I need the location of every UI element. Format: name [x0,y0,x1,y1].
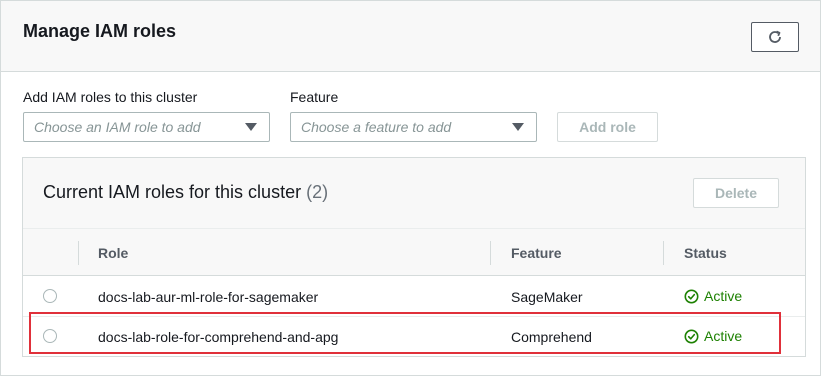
table-count: (2) [306,182,329,202]
caret-down-icon [512,123,524,131]
feature-name: Comprehend [511,329,592,345]
table-column-headers: Role Feature Status [23,228,805,276]
status-text: Active [704,328,743,344]
status-text: Active [704,288,743,304]
table-row[interactable]: docs-lab-role-for-comprehend-and-apg Com… [23,317,805,357]
role-name: docs-lab-aur-ml-role-for-sagemaker [98,289,319,305]
check-circle-icon [684,289,699,303]
add-role-button[interactable]: Add role [557,112,658,142]
column-header-status[interactable]: Status [684,245,727,261]
column-header-role[interactable]: Role [98,245,128,261]
feature-label: Feature [290,89,339,105]
status-badge: Active [684,328,742,344]
refresh-icon [769,30,781,43]
status-badge: Active [684,288,742,304]
iam-role-placeholder: Choose an IAM role to add [34,119,201,135]
feature-name: SageMaker [511,289,583,305]
feature-select[interactable]: Choose a feature to add [290,112,537,142]
delete-button[interactable]: Delete [693,178,779,208]
column-divider [490,241,491,265]
row-select-radio[interactable] [43,329,57,343]
panel-title: Manage IAM roles [23,21,177,41]
column-divider [78,241,79,265]
role-name: docs-lab-role-for-comprehend-and-apg [98,329,339,345]
panel-header: Manage IAM roles [1,1,820,72]
column-divider [663,241,664,265]
current-roles-table: Current IAM roles for this cluster (2) D… [22,157,806,357]
table-title: Current IAM roles for this cluster (2) [43,182,328,203]
check-circle-icon [684,329,699,343]
table-header: Current IAM roles for this cluster (2) D… [23,158,805,228]
feature-placeholder: Choose a feature to add [301,119,452,135]
row-select-radio[interactable] [43,289,57,303]
refresh-button[interactable] [751,22,799,52]
iam-role-select[interactable]: Choose an IAM role to add [23,112,270,142]
add-role-label: Add IAM roles to this cluster [23,89,198,105]
table-title-text: Current IAM roles for this cluster [43,182,302,202]
column-header-feature[interactable]: Feature [511,245,562,261]
table-row[interactable]: docs-lab-aur-ml-role-for-sagemaker SageM… [23,277,805,317]
caret-down-icon [245,123,257,131]
manage-iam-roles-panel: Manage IAM roles Add IAM roles to this c… [0,0,821,376]
